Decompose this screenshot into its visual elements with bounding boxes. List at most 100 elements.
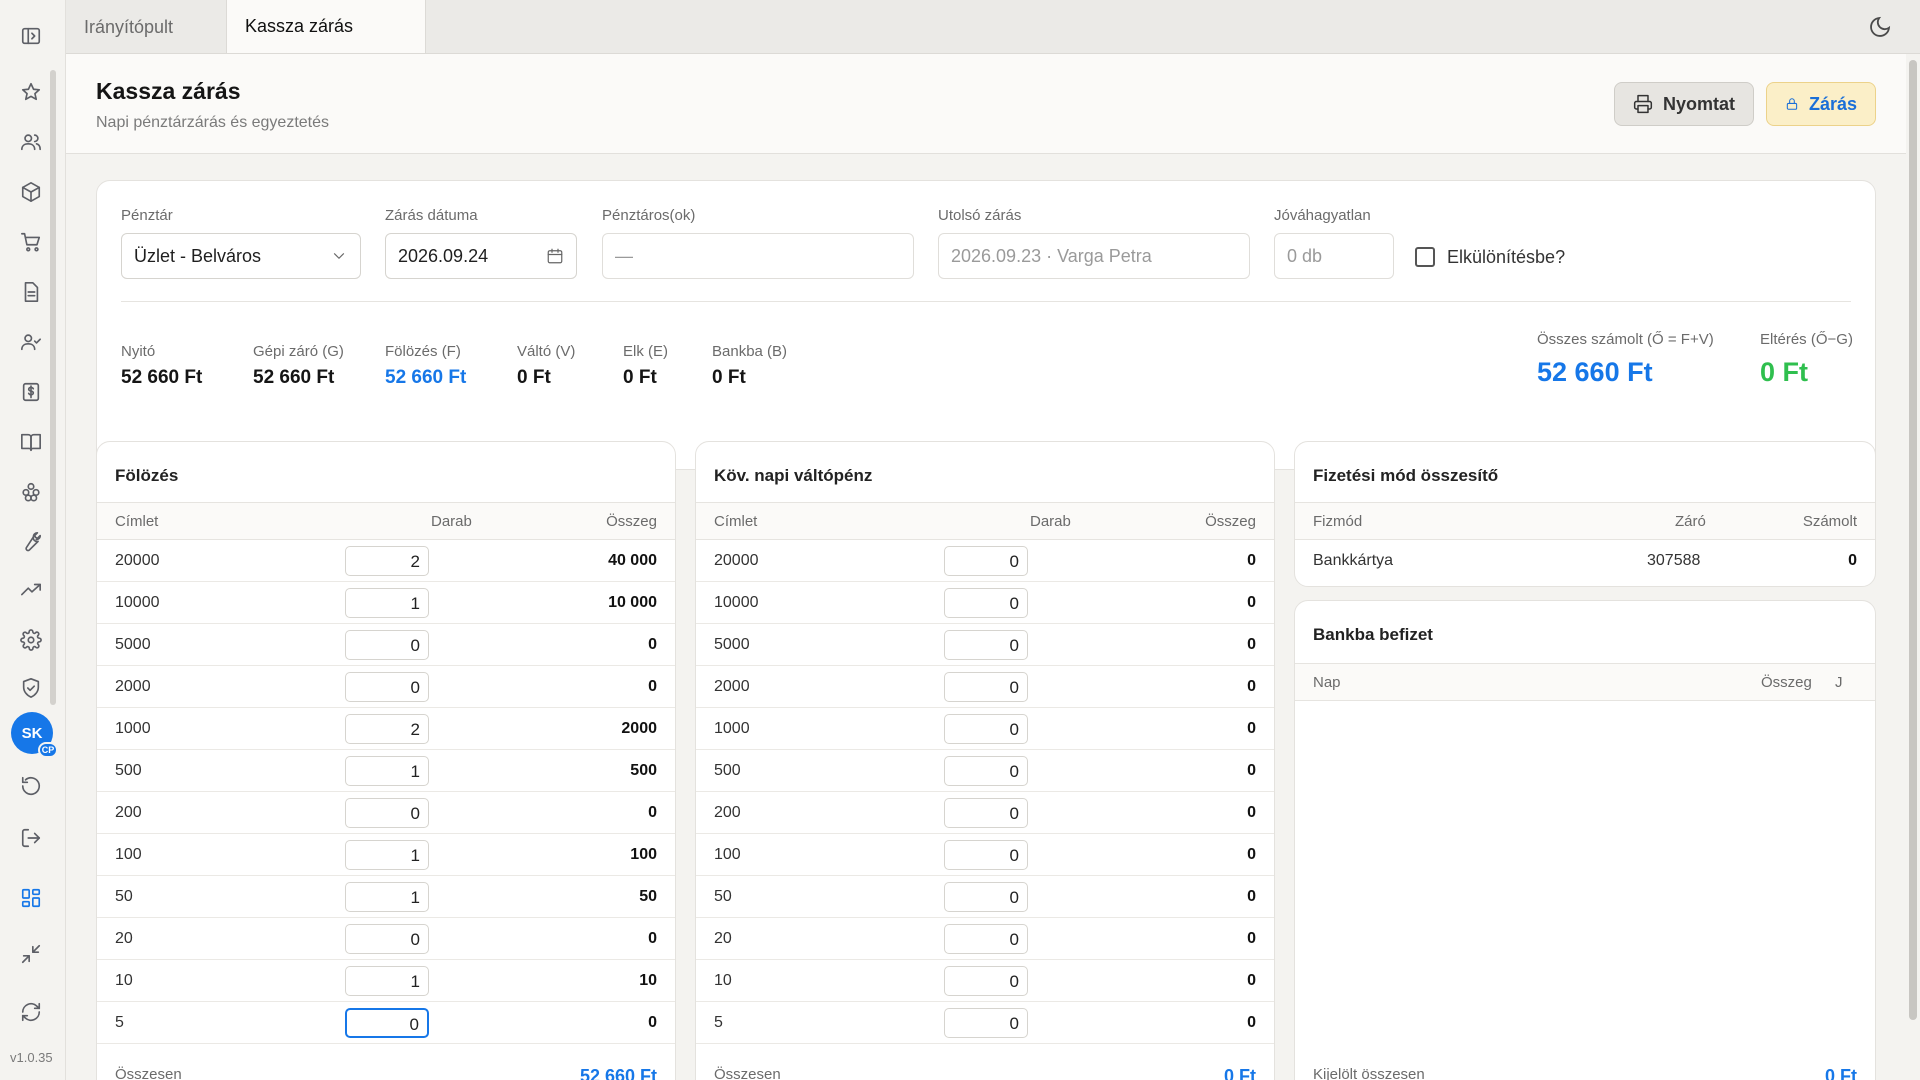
quantity-input[interactable]: 1 [345,966,429,996]
amount: 0 [648,636,657,653]
logout-icon[interactable] [13,820,49,856]
quantity-input[interactable]: 1 [345,882,429,912]
quantity-input[interactable]: 0 [944,630,1028,660]
register-select-value: Üzlet - Belváros [134,245,262,266]
payment-col-closing: Záró [1675,513,1706,530]
denomination: 20000 [714,552,759,569]
separate-checkbox[interactable] [1415,247,1435,267]
register-select[interactable]: Üzlet - Belváros [121,233,361,279]
users-icon[interactable] [13,124,49,160]
tab-iranyitopult[interactable]: Irányítópult [66,0,226,54]
table-row: 2000 0 0 [97,666,675,708]
cashiers-label: Pénztáros(ok) [602,207,696,224]
quantity-input[interactable]: 1 [345,588,429,618]
quantity-input[interactable]: 1 [345,756,429,786]
date-input[interactable]: 2026.09.24 [385,233,577,279]
calendar-icon[interactable] [546,247,564,265]
amount: 10 000 [608,594,657,611]
denomination: 50 [714,888,732,905]
cashiers-field: — [602,233,914,279]
quantity-input[interactable]: 2 [345,714,429,744]
theme-toggle-icon[interactable] [1868,15,1892,39]
quantity-input[interactable]: 2 [345,546,429,576]
separate-checkbox-label[interactable]: Elkülönítésbe? [1447,247,1565,268]
amount: 500 [630,762,657,779]
divider [121,301,1851,302]
register-label: Pénztár [121,207,173,224]
quantity-input[interactable]: 0 [345,1008,429,1038]
page-scrollbar[interactable] [1906,54,1920,1080]
print-button[interactable]: Nyomtat [1614,82,1754,126]
modules-icon[interactable] [13,474,49,510]
change-col-amount: Összeg [1205,513,1256,530]
star-icon[interactable] [13,74,49,110]
sidebar-scrollbar[interactable] [50,70,56,705]
quantity-input[interactable]: 0 [944,672,1028,702]
skim-panel-title: Fölözés [115,466,179,485]
quantity-input[interactable]: 0 [944,588,1028,618]
stat-change-value: 0 Ft [517,367,551,388]
quantity-input[interactable]: 0 [944,924,1028,954]
quantity-input[interactable]: 0 [345,798,429,828]
table-row: 20000 0 0 [696,540,1274,582]
amount: 0 [1247,1014,1256,1031]
invoice-icon[interactable] [13,374,49,410]
bank-total-label: Kijelölt összesen [1313,1066,1425,1080]
stat-change-label: Váltó (V) [517,343,576,360]
change-total-value: 0 Ft [1223,1066,1256,1080]
table-row: 200 0 0 [696,792,1274,834]
quantity-input[interactable]: 0 [345,924,429,954]
document-icon[interactable] [13,274,49,310]
close-register-button[interactable]: Zárás [1766,82,1876,126]
table-row: 5000 0 0 [97,624,675,666]
trend-icon[interactable] [13,572,49,608]
quantity-input[interactable]: 0 [944,546,1028,576]
table-row: 1000 0 0 [696,708,1274,750]
cashiers-value: — [615,245,633,266]
change-total: Összesen 0 Ft [714,1066,1256,1080]
quantity-input[interactable]: 0 [944,966,1028,996]
box-icon[interactable] [13,174,49,210]
sync-icon[interactable] [13,994,49,1030]
skim-table-header: Címlet Darab Összeg [97,502,675,540]
denomination: 10000 [714,594,759,611]
wrench-icon[interactable] [13,524,49,560]
table-row: 100 0 0 [696,834,1274,876]
quantity-input[interactable]: 0 [944,840,1028,870]
quantity-input[interactable]: 0 [345,672,429,702]
amount: 0 [1247,762,1256,779]
quantity-input[interactable]: 0 [944,798,1028,828]
denomination: 500 [115,762,142,779]
shield-icon[interactable] [13,670,49,706]
quantity-input[interactable]: 0 [944,1008,1028,1038]
skim-total: Összesen 52 660 Ft [115,1066,657,1080]
user-check-icon[interactable] [13,324,49,360]
payment-table-header: Fizmód Záró Számolt [1295,502,1875,540]
page-header: Kassza zárás Napi pénztárzárás és egyezt… [66,54,1906,154]
quantity-input[interactable]: 0 [944,882,1028,912]
page-scrollbar-thumb[interactable] [1909,60,1917,1020]
change-panel-title: Köv. napi váltópénz [714,466,873,485]
quantity-input[interactable]: 0 [345,630,429,660]
cart-icon[interactable] [13,224,49,260]
quantity-input[interactable]: 0 [944,714,1028,744]
payment-col-method: Fizmód [1313,513,1363,530]
table-row: Bankkártya 307588 0 [1295,540,1875,582]
sidebar-toggle-icon[interactable] [13,18,49,54]
book-icon[interactable] [13,424,49,460]
chevron-down-icon [333,253,345,259]
amount: 0 [1247,636,1256,653]
history-icon[interactable] [13,768,49,804]
closing-info-card: Pénztár Üzlet - Belváros Zárás dátuma 20… [96,180,1876,470]
tab-kassza-zaras[interactable]: Kassza zárás [226,0,426,53]
skim-total-label: Összesen [115,1066,182,1080]
quantity-input[interactable]: 0 [944,756,1028,786]
change-panel: Köv. napi váltópénz Címlet Darab Összeg … [695,441,1275,1080]
denomination: 500 [714,762,741,779]
collapse-icon[interactable] [13,936,49,972]
gear-icon[interactable] [13,622,49,658]
dashboard-icon[interactable] [13,880,49,916]
quantity-input[interactable]: 1 [345,840,429,870]
tab-bar: Irányítópult Kassza zárás [66,0,1920,54]
close-register-button-label: Zárás [1808,93,1857,114]
